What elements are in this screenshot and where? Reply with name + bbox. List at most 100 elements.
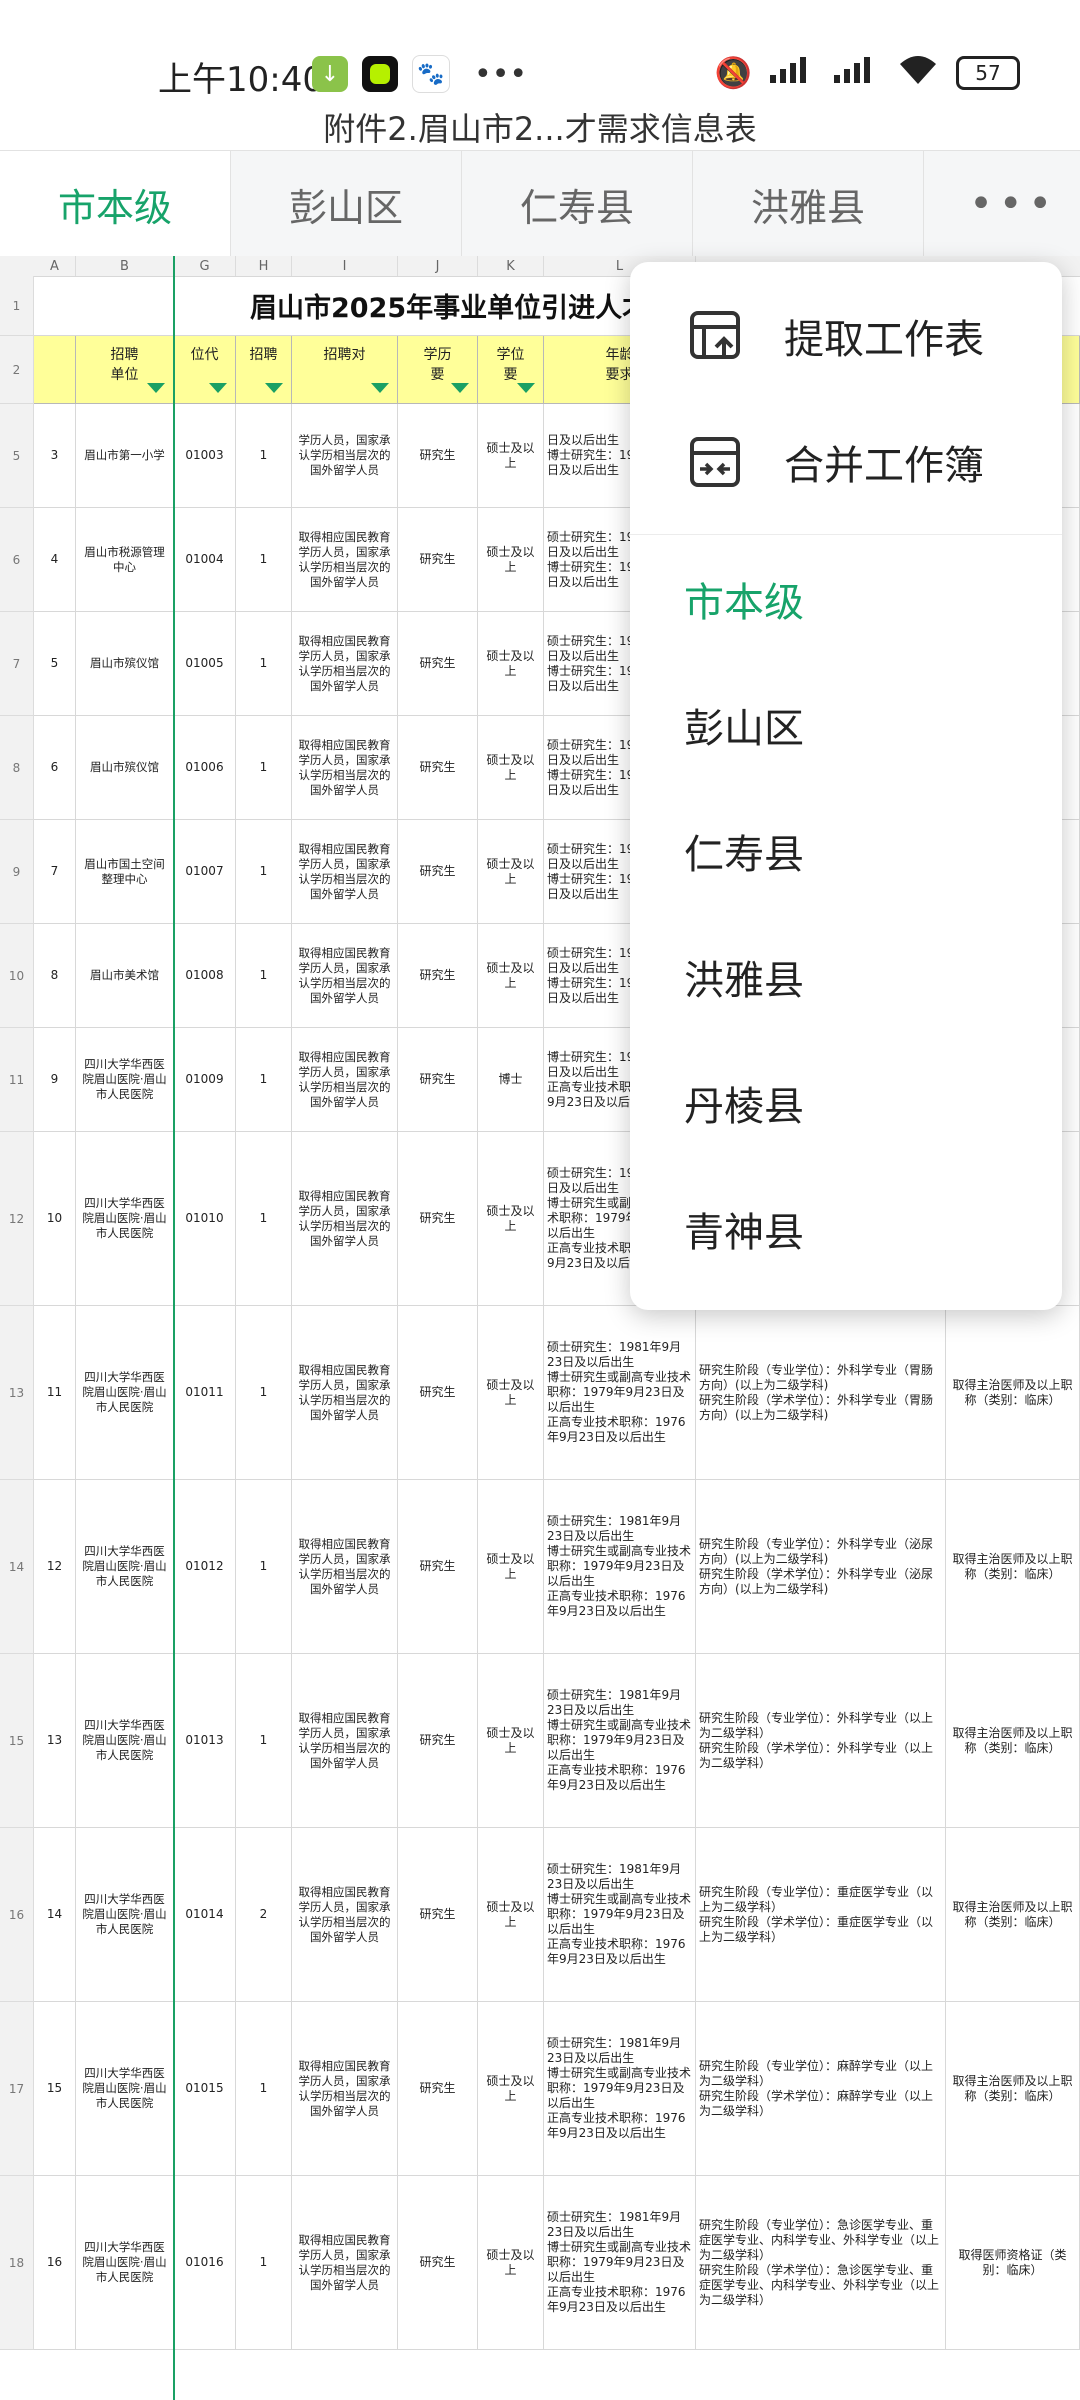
table-cell-h[interactable]: 1 <box>236 924 292 1028</box>
table-cell-k[interactable]: 硕士及以上 <box>478 1828 544 2002</box>
table-cell-j[interactable]: 研究生 <box>398 716 478 820</box>
table-cell-g[interactable]: 01015 <box>174 2002 236 2176</box>
table-cell-a[interactable]: 13 <box>34 1654 76 1828</box>
tab-shibenji[interactable]: 市本级 <box>0 151 231 257</box>
header-cell[interactable]: 招聘 单位 <box>76 336 174 404</box>
table-cell-n[interactable]: 取得主治医师及以上职称（类别：临床） <box>946 1306 1080 1480</box>
tab-pengshan[interactable]: 彭山区 <box>231 151 462 257</box>
extract-sheet-button[interactable]: 提取工作表 <box>630 296 1062 376</box>
menu-sheet-qingshen[interactable]: 青神县 <box>684 1200 804 1258</box>
table-cell-b[interactable]: 四川大学华西医院眉山医院·眉山市人民医院 <box>76 1828 174 2002</box>
column-header-j[interactable]: J <box>398 256 478 276</box>
table-cell-h[interactable]: 1 <box>236 1654 292 1828</box>
table-cell-h[interactable]: 1 <box>236 1132 292 1306</box>
table-cell-h[interactable]: 1 <box>236 1480 292 1654</box>
table-cell-a[interactable]: 4 <box>34 508 76 612</box>
more-tabs-button[interactable]: ••• <box>924 151 1080 257</box>
table-cell-j[interactable]: 研究生 <box>398 1306 478 1480</box>
table-cell-l[interactable]: 硕士研究生：1981年9月23日及以后出生 博士研究生或副高专业技术职称：197… <box>544 2002 696 2176</box>
table-cell-k[interactable]: 硕士及以上 <box>478 924 544 1028</box>
table-cell-a[interactable]: 8 <box>34 924 76 1028</box>
table-cell-b[interactable]: 四川大学华西医院眉山医院·眉山市人民医院 <box>76 1306 174 1480</box>
filter-dropdown-icon[interactable] <box>265 383 283 393</box>
table-cell-i[interactable]: 取得相应国民教育学历人员，国家承认学历相当层次的国外留学人员 <box>292 716 398 820</box>
table-cell-b[interactable]: 眉山市殡仪馆 <box>76 612 174 716</box>
table-cell-g[interactable]: 01003 <box>174 404 236 508</box>
table-cell-j[interactable]: 研究生 <box>398 2002 478 2176</box>
table-cell-g[interactable]: 01005 <box>174 612 236 716</box>
table-cell-b[interactable]: 四川大学华西医院眉山医院·眉山市人民医院 <box>76 2002 174 2176</box>
table-cell-i[interactable]: 取得相应国民教育学历人员，国家承认学历相当层次的国外留学人员 <box>292 508 398 612</box>
table-cell-i[interactable]: 取得相应国民教育学历人员，国家承认学历相当层次的国外留学人员 <box>292 924 398 1028</box>
table-cell-b[interactable]: 眉山市美术馆 <box>76 924 174 1028</box>
table-cell-b[interactable]: 眉山市殡仪馆 <box>76 716 174 820</box>
table-cell-g[interactable]: 01007 <box>174 820 236 924</box>
table-cell-j[interactable]: 研究生 <box>398 1028 478 1132</box>
table-cell-k[interactable]: 硕士及以上 <box>478 1654 544 1828</box>
row-header[interactable]: 15 <box>0 1654 34 1828</box>
table-cell-i[interactable]: 取得相应国民教育学历人员，国家承认学历相当层次的国外留学人员 <box>292 612 398 716</box>
table-cell-l[interactable]: 硕士研究生：1981年9月23日及以后出生 博士研究生或副高专业技术职称：197… <box>544 1828 696 2002</box>
row-header[interactable]: 5 <box>0 404 34 508</box>
table-cell-i[interactable]: 取得相应国民教育学历人员，国家承认学历相当层次的国外留学人员 <box>292 1654 398 1828</box>
table-cell-h[interactable]: 1 <box>236 404 292 508</box>
table-cell-b[interactable]: 四川大学华西医院眉山医院·眉山市人民医院 <box>76 1132 174 1306</box>
table-cell-l[interactable]: 硕士研究生：1981年9月23日及以后出生 博士研究生或副高专业技术职称：197… <box>544 2176 696 2350</box>
table-cell-a[interactable]: 6 <box>34 716 76 820</box>
table-cell-m[interactable]: 研究生阶段（专业学位）：麻醉学专业（以上为二级学科） 研究生阶段（学术学位）：麻… <box>696 2002 946 2176</box>
table-cell-i[interactable]: 取得相应国民教育学历人员，国家承认学历相当层次的国外留学人员 <box>292 1828 398 2002</box>
table-cell-k[interactable]: 硕士及以上 <box>478 1132 544 1306</box>
table-cell-a[interactable]: 14 <box>34 1828 76 2002</box>
table-cell-a[interactable]: 3 <box>34 404 76 508</box>
column-header-a[interactable]: A <box>34 256 76 276</box>
table-cell-i[interactable]: 取得相应国民教育学历人员，国家承认学历相当层次的国外留学人员 <box>292 2176 398 2350</box>
table-cell-a[interactable]: 7 <box>34 820 76 924</box>
table-cell-g[interactable]: 01008 <box>174 924 236 1028</box>
header-cell[interactable]: 学位 要 <box>478 336 544 404</box>
filter-dropdown-icon[interactable] <box>371 383 389 393</box>
row-header[interactable]: 16 <box>0 1828 34 2002</box>
table-cell-j[interactable]: 研究生 <box>398 820 478 924</box>
table-cell-a[interactable]: 5 <box>34 612 76 716</box>
table-cell-g[interactable]: 01014 <box>174 1828 236 2002</box>
table-cell-a[interactable]: 16 <box>34 2176 76 2350</box>
table-cell-j[interactable]: 研究生 <box>398 2176 478 2350</box>
column-header-h[interactable]: H <box>236 256 292 276</box>
table-cell-g[interactable]: 01004 <box>174 508 236 612</box>
row-header[interactable]: 18 <box>0 2176 34 2350</box>
table-cell-i[interactable]: 取得相应国民教育学历人员，国家承认学历相当层次的国外留学人员 <box>292 2002 398 2176</box>
table-cell-a[interactable]: 10 <box>34 1132 76 1306</box>
row-header[interactable]: 13 <box>0 1306 34 1480</box>
row-header[interactable]: 9 <box>0 820 34 924</box>
row-header[interactable]: 6 <box>0 508 34 612</box>
table-cell-b[interactable]: 四川大学华西医院眉山医院·眉山市人民医院 <box>76 1654 174 1828</box>
table-cell-n[interactable]: 取得主治医师及以上职称（类别：临床） <box>946 2002 1080 2176</box>
table-cell-k[interactable]: 硕士及以上 <box>478 1480 544 1654</box>
table-cell-k[interactable]: 硕士及以上 <box>478 2002 544 2176</box>
table-cell-j[interactable]: 研究生 <box>398 1480 478 1654</box>
table-cell-h[interactable]: 1 <box>236 508 292 612</box>
table-cell-g[interactable]: 01006 <box>174 716 236 820</box>
table-cell-h[interactable]: 1 <box>236 2176 292 2350</box>
row-header[interactable]: 8 <box>0 716 34 820</box>
table-cell-h[interactable]: 1 <box>236 2002 292 2176</box>
row-header[interactable]: 11 <box>0 1028 34 1132</box>
table-cell-m[interactable]: 研究生阶段（专业学位）：外科学专业（以上为二级学科） 研究生阶段（学术学位）：外… <box>696 1654 946 1828</box>
tab-renshou[interactable]: 仁寿县 <box>462 151 693 257</box>
table-cell-m[interactable]: 研究生阶段（专业学位）：外科学专业（泌尿方向）(以上为二级学科) 研究生阶段（学… <box>696 1480 946 1654</box>
table-cell-b[interactable]: 四川大学华西医院眉山医院·眉山市人民医院 <box>76 1028 174 1132</box>
table-cell-l[interactable]: 硕士研究生：1981年9月23日及以后出生 博士研究生或副高专业技术职称：197… <box>544 1306 696 1480</box>
table-cell-h[interactable]: 1 <box>236 1306 292 1480</box>
column-header-k[interactable]: K <box>478 256 544 276</box>
table-cell-j[interactable]: 研究生 <box>398 612 478 716</box>
table-cell-k[interactable]: 博士 <box>478 1028 544 1132</box>
table-cell-k[interactable]: 硕士及以上 <box>478 612 544 716</box>
table-cell-i[interactable]: 学历人员，国家承认学历相当层次的国外留学人员 <box>292 404 398 508</box>
table-cell-g[interactable]: 01011 <box>174 1306 236 1480</box>
column-header-g[interactable]: G <box>174 256 236 276</box>
table-cell-j[interactable]: 研究生 <box>398 508 478 612</box>
table-cell-a[interactable]: 15 <box>34 2002 76 2176</box>
table-cell-b[interactable]: 眉山市第一小学 <box>76 404 174 508</box>
header-cell[interactable]: 学历 要 <box>398 336 478 404</box>
header-cell[interactable]: 招聘对 <box>292 336 398 404</box>
